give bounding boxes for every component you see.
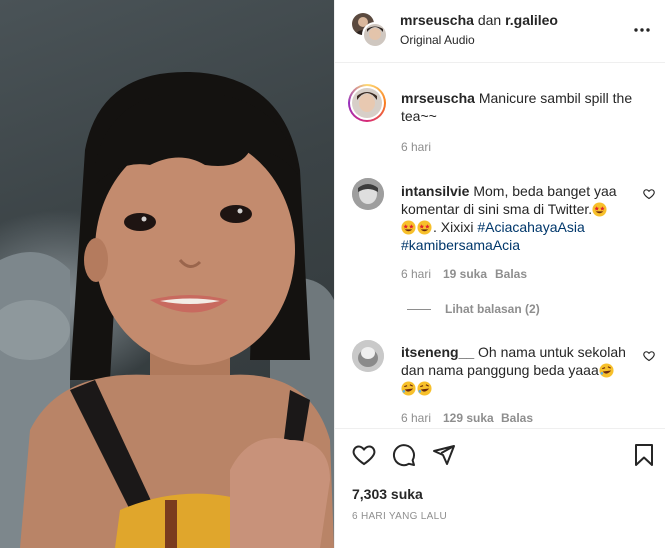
replies-divider — [407, 309, 431, 310]
comment-1-likes[interactable]: 19 suka — [443, 267, 487, 281]
star-struck-emoji — [417, 219, 433, 235]
header-username[interactable]: mrseuscha — [400, 12, 474, 28]
rofl-emoji — [599, 362, 615, 378]
view-replies-link[interactable]: Lihat balasan (2) — [445, 302, 540, 316]
comment-2-username[interactable]: itseneng__ — [401, 344, 474, 360]
caption-avatar-ring[interactable] — [348, 84, 386, 122]
audio-link[interactable]: Original Audio — [400, 33, 475, 47]
header-collaborator[interactable]: r.galileo — [505, 12, 558, 28]
comment-avatar-1[interactable] — [352, 178, 384, 210]
rofl-emoji — [401, 380, 417, 396]
hashtag-aciacahayaasia[interactable]: #AciacahayaAsia — [477, 219, 584, 235]
post-header: mrseuscha dan r.galileo Original Audio — [335, 0, 665, 63]
comment-2-reply[interactable]: Balas — [501, 411, 533, 425]
actions-divider — [335, 428, 665, 429]
comment-2-time[interactable]: 6 hari — [401, 411, 431, 425]
share-icon[interactable] — [432, 443, 456, 467]
post-panel: mrseuscha dan r.galileo Original Audio m… — [334, 0, 665, 548]
comment-icon[interactable] — [392, 443, 416, 467]
hashtag-kamibersamaacia[interactable]: #kamibersamaAcia — [401, 237, 520, 253]
comment-1-text2: . Xixixi — [433, 219, 474, 235]
post-media[interactable] — [0, 0, 334, 548]
collaborator-avatar[interactable] — [362, 22, 388, 48]
star-struck-emoji — [401, 219, 417, 235]
comment-1-time[interactable]: 6 hari — [401, 267, 431, 281]
comment-1: intansilvie Mom, beda banget yaa komenta… — [401, 182, 621, 254]
comment-1-reply[interactable]: Balas — [495, 267, 527, 281]
posted-time[interactable]: 6 HARI YANG LALU — [352, 511, 447, 522]
comment-2-heart-icon[interactable] — [643, 349, 655, 362]
comment-avatar-2[interactable] — [352, 340, 384, 372]
more-horizontal-icon[interactable] — [633, 22, 653, 38]
header-connector: dan — [477, 12, 502, 28]
bookmark-icon[interactable] — [633, 443, 655, 467]
child-photo — [0, 71, 334, 548]
rofl-emoji — [417, 380, 433, 396]
likes-count[interactable]: 7,303 suka — [352, 485, 423, 503]
caption-avatar — [352, 88, 382, 118]
star-struck-emoji — [592, 201, 608, 217]
caption-username[interactable]: mrseuscha — [401, 90, 475, 106]
caption-time[interactable]: 6 hari — [401, 140, 431, 154]
heart-icon[interactable] — [352, 443, 376, 467]
comment-1-username[interactable]: intansilvie — [401, 183, 469, 199]
comment-2: itseneng__ Oh nama untuk sekolah dan nam… — [401, 343, 626, 397]
caption: mrseuscha Manicure sambil spill the tea~… — [401, 89, 636, 125]
comment-1-heart-icon[interactable] — [643, 187, 655, 200]
comment-2-likes[interactable]: 129 suka — [443, 411, 494, 425]
